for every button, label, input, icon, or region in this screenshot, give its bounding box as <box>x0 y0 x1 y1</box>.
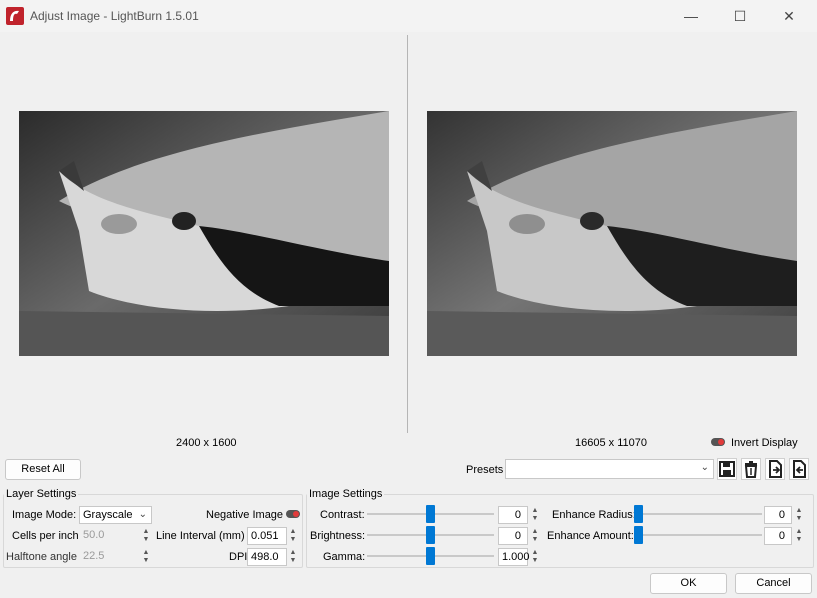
brightness-input[interactable]: 0 <box>498 527 528 545</box>
result-image-preview <box>427 111 797 356</box>
image-mode-label: Image Mode: <box>12 509 77 521</box>
image-mode-value: Grayscale <box>83 509 133 521</box>
invert-display-label: Invert Display <box>731 437 798 449</box>
enhance-amount-slider-handle[interactable] <box>634 526 643 544</box>
enhance-amount-stepper[interactable]: ▲ ▼ <box>794 528 804 544</box>
lightburn-app-icon <box>6 7 24 25</box>
halftone-angle-input[interactable]: 22.5 <box>80 548 140 566</box>
gamma-stepper[interactable]: ▲ ▼ <box>530 549 540 565</box>
image-mode-select[interactable]: Grayscale ⌄ <box>79 506 152 524</box>
original-image-preview <box>19 111 389 356</box>
enhance-radius-stepper[interactable]: ▲ ▼ <box>794 507 804 523</box>
cells-per-inch-stepper[interactable]: ▲ ▼ <box>141 528 151 544</box>
export-icon <box>793 460 806 478</box>
enhance-amount-label: Enhance Amount: <box>547 530 634 542</box>
gamma-input[interactable]: 1.000 <box>498 548 530 566</box>
negative-image-label: Negative Image <box>206 509 284 521</box>
negative-image-toggle[interactable] <box>286 510 300 518</box>
gamma-slider-handle[interactable] <box>426 547 435 565</box>
line-interval-input[interactable]: 0.051 <box>247 527 287 545</box>
enhance-radius-input[interactable]: 0 <box>764 506 792 524</box>
import-preset-button[interactable] <box>765 458 785 480</box>
contrast-label: Contrast: <box>320 509 365 521</box>
cells-per-inch-input[interactable]: 50.0 <box>80 527 140 545</box>
save-preset-button[interactable] <box>717 458 737 480</box>
dpi-label: DPI <box>229 551 248 563</box>
delete-preset-button[interactable] <box>741 458 761 480</box>
original-size-label: 2400 x 1600 <box>176 437 237 449</box>
dpi-stepper[interactable]: ▲ ▼ <box>288 549 298 565</box>
halftone-angle-label: Halftone angle <box>6 551 77 563</box>
reset-all-button[interactable]: Reset All <box>5 459 81 480</box>
brightness-label: Brightness: <box>310 530 366 542</box>
enhance-radius-slider-handle[interactable] <box>634 505 643 523</box>
presets-dropdown[interactable]: ⌄ <box>505 459 714 479</box>
save-icon <box>719 461 735 477</box>
delete-icon <box>744 461 758 478</box>
contrast-slider-handle[interactable] <box>426 505 435 523</box>
gamma-label: Gamma: <box>323 551 366 563</box>
maximize-button[interactable]: ☐ <box>729 6 751 26</box>
import-icon <box>769 460 782 478</box>
presets-label: Presets <box>466 464 504 476</box>
layer-settings-title: Layer Settings <box>4 488 79 500</box>
brightness-stepper[interactable]: ▲ ▼ <box>530 528 540 544</box>
chevron-down-icon: ⌄ <box>138 509 147 520</box>
contrast-stepper[interactable]: ▲ ▼ <box>530 507 540 523</box>
preview-divider <box>407 35 408 433</box>
brightness-slider-handle[interactable] <box>426 526 435 544</box>
minimize-button[interactable]: — <box>680 6 702 26</box>
line-interval-label: Line Interval (mm) <box>156 530 245 542</box>
enhance-radius-label: Enhance Radius: <box>552 509 636 521</box>
close-button[interactable]: ✕ <box>778 6 800 26</box>
halftone-angle-stepper[interactable]: ▲ ▼ <box>141 549 151 565</box>
enhance-radius-slider-track[interactable] <box>634 513 762 515</box>
cells-per-inch-label: Cells per inch <box>12 530 79 542</box>
dpi-input[interactable]: 498.0 <box>247 548 287 566</box>
chevron-down-icon: ⌄ <box>700 462 709 473</box>
cancel-button[interactable]: Cancel <box>735 573 812 594</box>
invert-display-toggle[interactable] <box>711 438 725 446</box>
line-interval-stepper[interactable]: ▲ ▼ <box>288 528 298 544</box>
enhance-amount-slider-track[interactable] <box>634 534 762 536</box>
image-settings-title: Image Settings <box>307 488 385 500</box>
ok-button[interactable]: OK <box>650 573 727 594</box>
result-size-label: 16605 x 11070 <box>575 437 647 449</box>
contrast-input[interactable]: 0 <box>498 506 528 524</box>
enhance-amount-input[interactable]: 0 <box>764 527 792 545</box>
window-title: Adjust Image - LightBurn 1.5.01 <box>30 9 199 23</box>
export-preset-button[interactable] <box>789 458 809 480</box>
